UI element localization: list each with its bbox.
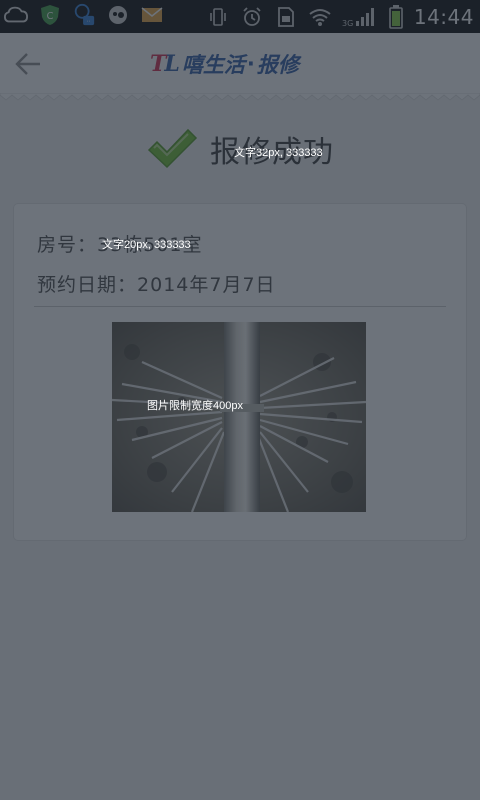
brand-dot: · [246, 52, 255, 76]
back-button[interactable] [14, 51, 42, 77]
svg-text:··: ·· [87, 17, 91, 25]
card-divider [34, 306, 446, 307]
status-bar: C ·· 3G 14:44 [0, 0, 480, 33]
date-label: 预约日期： [37, 274, 138, 296]
check-icon [147, 128, 198, 169]
header-zigzag-border [0, 93, 480, 101]
vibrate-icon [206, 6, 230, 28]
leaking-pipe-image [112, 322, 366, 512]
status-notifications: C ·· [4, 3, 164, 26]
annotation-text-spec: 文字20px, 333333 [102, 239, 191, 251]
cloud-icon [4, 4, 28, 26]
brand-name: 嘻生活 [181, 53, 245, 77]
mail-icon [140, 4, 164, 26]
repair-details-card: 房号：33栋501室 预约日期：2014年7月7日 [13, 203, 467, 541]
annotation-title-spec: 文字32px, 333333 [234, 147, 323, 159]
arrow-left-icon [15, 53, 40, 75]
brand-logo: TL [150, 51, 180, 77]
date-value: 2014年7月7日 [137, 274, 276, 296]
alarm-icon [240, 6, 264, 28]
annotation-image-spec: 图片限制宽度400px [147, 400, 243, 412]
status-time: 14:44 [413, 5, 474, 29]
date-field: 预约日期：2014年7月7日 [37, 270, 276, 297]
svg-text:C: C [47, 11, 54, 22]
shield-icon: C [38, 4, 62, 26]
brand-sub: 报修 [256, 53, 299, 77]
sim-icon [274, 6, 298, 28]
chat-icon [106, 4, 130, 26]
room-label: 房号： [37, 234, 98, 256]
messenger-icon: ·· [72, 3, 96, 26]
wifi-icon [308, 6, 332, 28]
signal-icon: 3G [342, 6, 378, 28]
app-header: TL 嘻生活 · 报修 [0, 33, 480, 93]
repair-photo[interactable] [112, 322, 366, 512]
status-indicators: 3G 14:44 [206, 2, 474, 32]
brand-title: TL 嘻生活 · 报修 [150, 49, 299, 79]
battery-icon [388, 5, 404, 29]
network-type: 3G [342, 19, 353, 28]
